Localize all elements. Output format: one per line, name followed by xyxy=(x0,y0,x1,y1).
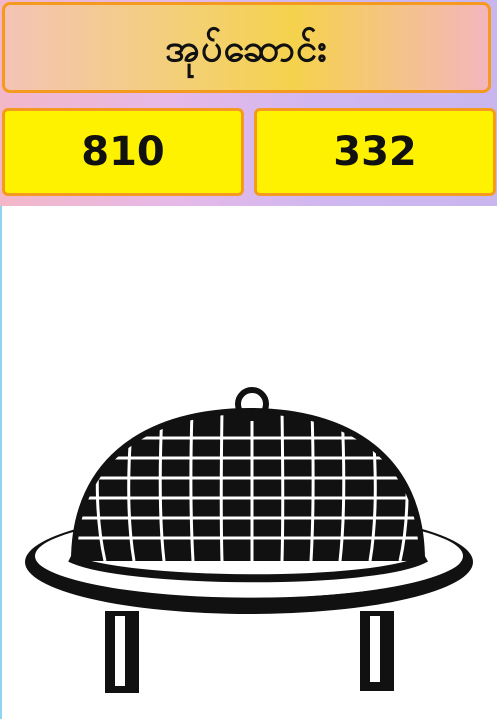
number-left-label: 810 xyxy=(81,129,165,175)
picture-panel xyxy=(0,206,497,719)
number-right-button[interactable]: 332 xyxy=(254,108,496,196)
dome-food-cover-on-tray-icon xyxy=(25,387,473,693)
title-banner: အုပ်ဆောင်း xyxy=(2,2,491,93)
number-right-label: 332 xyxy=(333,129,417,175)
number-left-button[interactable]: 810 xyxy=(2,108,244,196)
page-title: အုပ်ဆောင်း xyxy=(165,25,328,70)
